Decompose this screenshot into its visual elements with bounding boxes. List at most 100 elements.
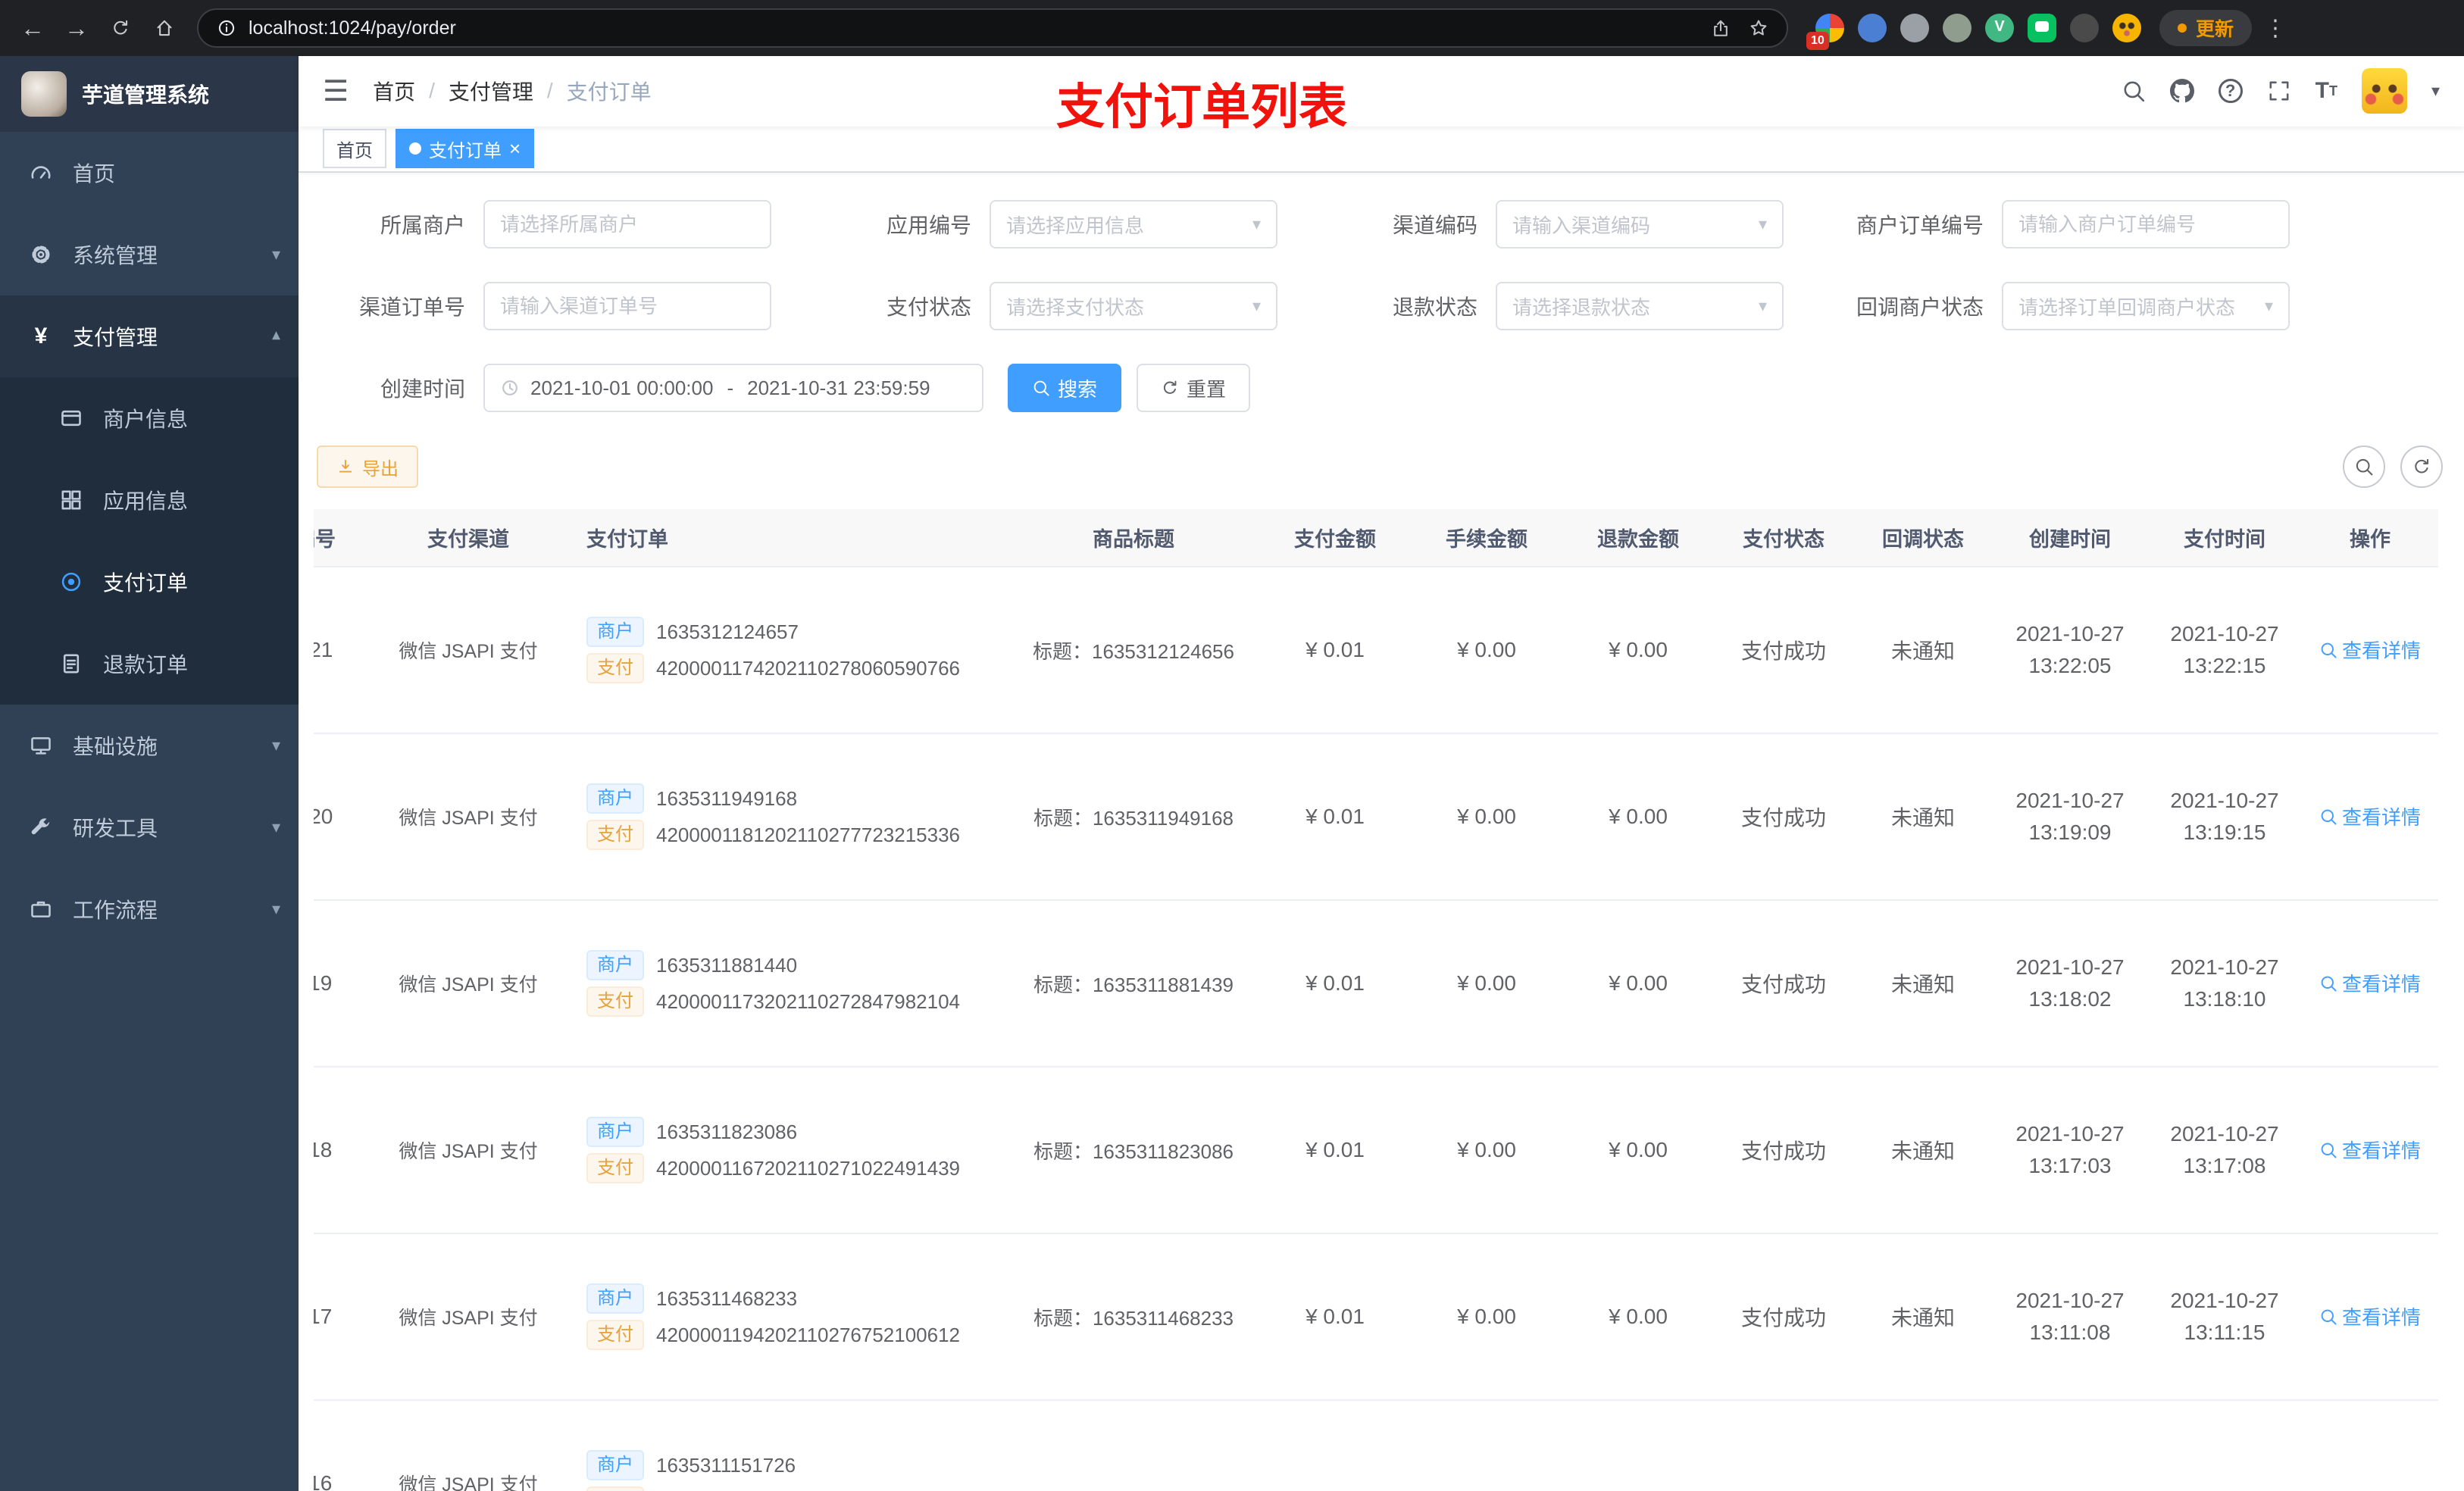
bookmark-star-icon[interactable] [1749, 18, 1768, 38]
sidebar-item-workflow[interactable]: 工作流程 ▾ [0, 868, 299, 950]
cell-refund-amount: ¥ 0.00 [1562, 567, 1714, 735]
merchant-input[interactable] [483, 200, 771, 249]
pay-tag: 支付 [586, 986, 644, 1017]
tab-close-icon[interactable] [509, 139, 521, 158]
cell-create-time: 2021-10-27 13:17:03 [1993, 1067, 2147, 1235]
channel-order-no-input[interactable] [483, 282, 771, 331]
breadcrumb-home[interactable]: 首页 [373, 76, 415, 106]
notify-status-label: 回调商户状态 [1856, 295, 1984, 320]
sidebar-logo[interactable]: 芋道管理系统 [0, 56, 299, 132]
view-detail-link[interactable]: 查看详情 [2319, 802, 2421, 830]
breadcrumb: 首页 / 支付管理 / 支付订单 [373, 76, 652, 106]
view-detail-link[interactable]: 查看详情 [2319, 969, 2421, 997]
reset-button[interactable]: 重置 [1137, 364, 1251, 413]
logo-avatar [21, 71, 67, 117]
tab-home[interactable]: 首页 [323, 129, 386, 169]
extension-icon-gray[interactable] [1900, 14, 1929, 42]
search-icon[interactable] [2122, 79, 2146, 103]
cell-pay-order: 商户 1635311151726 支付 [568, 1400, 1008, 1491]
cell-channel: 微信 JSAPI 支付 [368, 1233, 568, 1402]
cell-channel: 微信 JSAPI 支付 [368, 567, 568, 735]
view-detail-link[interactable]: 查看详情 [2319, 636, 2421, 664]
view-detail-link[interactable]: 查看详情 [2319, 1136, 2421, 1164]
browser-update-button[interactable]: 更新 [2159, 10, 2253, 46]
breadcrumb-section[interactable]: 支付管理 [449, 76, 533, 106]
notify-status-select[interactable]: 请选择订单回调商户状态 ▾ [2002, 282, 2290, 331]
toggle-search-button[interactable] [2343, 445, 2385, 489]
cell-pay-amount [1259, 1400, 1411, 1491]
sidebar-item-infra[interactable]: 基础设施 ▾ [0, 705, 299, 786]
browser-forward-button[interactable]: → [56, 8, 97, 48]
fullscreen-icon[interactable] [2267, 79, 2291, 103]
payment-submenu: 商户信息 应用信息 支付订单 退款订单 [0, 377, 299, 705]
font-size-icon[interactable]: TT [2315, 80, 2337, 102]
chevron-down-icon: ▾ [1252, 296, 1261, 316]
merchant-order-no-input[interactable] [2002, 200, 2290, 249]
refund-status-select[interactable]: 请选择退款状态 ▾ [1496, 282, 1784, 331]
cell-channel: 微信 JSAPI 支付 [368, 1400, 568, 1491]
share-icon[interactable] [1711, 18, 1731, 38]
extension-icon-sage[interactable] [1943, 14, 1972, 42]
extension-icon-vue-devtools[interactable] [1985, 14, 2014, 42]
create-time-range-picker[interactable]: 2021-10-01 00:00:00 - 2021-10-31 23:59:5… [483, 364, 983, 413]
cell-fee-amount: ¥ 0.00 [1411, 900, 1562, 1068]
extension-badge: 10 [1806, 32, 1829, 50]
extension-icon-dark[interactable] [2070, 14, 2099, 42]
sidebar-item-merchant-info[interactable]: 商户信息 [0, 377, 299, 459]
extension-icon-blue[interactable] [1858, 14, 1887, 42]
cell-id: 120 [314, 733, 368, 902]
cell-title: 标题：1635311949168 [1008, 733, 1259, 902]
sidebar-item-dev-tools[interactable]: 研发工具 ▾ [0, 786, 299, 868]
chevron-down-icon: ▾ [1758, 214, 1767, 234]
browser-back-button[interactable]: ← [12, 8, 53, 48]
cell-title: 标题：1635311823086 [1008, 1067, 1259, 1235]
sidebar-item-app-info[interactable]: 应用信息 [0, 459, 299, 541]
github-icon[interactable] [2170, 79, 2194, 103]
cell-pay-status: 支付成功 [1714, 567, 1853, 735]
refresh-table-button[interactable] [2400, 445, 2443, 489]
extension-icon-colorful[interactable]: 10 [1806, 14, 1844, 50]
col-pay-time: 支付时间 [2147, 509, 2302, 568]
extension-icon-emoji-face[interactable] [2112, 14, 2141, 42]
pay-status-select[interactable]: 请选择支付状态 ▾ [990, 282, 1277, 331]
address-bar[interactable]: localhost:1024/pay/order [197, 8, 1788, 48]
app-shell: 芋道管理系统 首页 系统管理 ▾ ¥ 支付管理 ▾ 商户信息 应用信息 支付订单… [0, 56, 2464, 1491]
channel-code-select[interactable]: 请输入渠道编码 ▾ [1496, 200, 1784, 249]
col-pay-amount: 支付金额 [1259, 509, 1411, 568]
cell-pay-time: 2021-10-27 13:19:15 [2147, 733, 2302, 902]
sidebar-item-refund-order[interactable]: 退款订单 [0, 623, 299, 705]
top-navbar: ☰ 首页 / 支付管理 / 支付订单 TT ▾ [299, 56, 2464, 127]
site-info-icon[interactable] [217, 18, 236, 38]
cell-fee-amount: ¥ 0.00 [1411, 1067, 1562, 1235]
browser-home-button[interactable] [144, 8, 185, 48]
extension-icon-green-chat[interactable] [2028, 14, 2056, 42]
cell-id: 117 [314, 1233, 368, 1402]
cell-pay-amount: ¥ 0.01 [1259, 733, 1411, 902]
browser-reload-button[interactable] [100, 8, 141, 48]
tab-pay-order[interactable]: 支付订单 [396, 129, 535, 169]
avatar-caret-icon[interactable]: ▾ [2431, 81, 2440, 101]
channel-order-no-label: 渠道订单号 [358, 295, 465, 320]
sidebar-item-home[interactable]: 首页 [0, 132, 299, 214]
sidebar-toggle-icon[interactable]: ☰ [323, 74, 349, 108]
cell-fee-amount: ¥ 0.00 [1411, 567, 1562, 735]
view-detail-link[interactable]: 查看详情 [2319, 1302, 2421, 1330]
sidebar-item-payment[interactable]: ¥ 支付管理 ▾ [0, 295, 299, 377]
cell-pay-time: 2021-10-27 13:18:10 [2147, 900, 2302, 1068]
app-select[interactable]: 请选择应用信息 ▾ [990, 200, 1277, 249]
cell-title: 标题：1635311881439 [1008, 900, 1259, 1068]
help-icon[interactable] [2218, 79, 2243, 104]
sidebar-item-pay-order[interactable]: 支付订单 [0, 541, 299, 623]
sidebar-item-system[interactable]: 系统管理 ▾ [0, 214, 299, 295]
chevron-up-icon: ▾ [271, 327, 280, 346]
search-button[interactable]: 搜索 [1008, 364, 1122, 413]
cell-pay-time [2147, 1400, 2302, 1491]
col-refund-amount: 退款金额 [1562, 509, 1714, 568]
browser-menu-icon[interactable]: ⋮ [2255, 15, 2296, 42]
export-button[interactable]: 导出 [317, 445, 418, 489]
user-avatar[interactable] [2361, 68, 2407, 114]
cell-pay-status [1714, 1400, 1853, 1491]
cell-notify-status: 未通知 [1853, 733, 1993, 902]
sidebar: 芋道管理系统 首页 系统管理 ▾ ¥ 支付管理 ▾ 商户信息 应用信息 支付订单… [0, 56, 299, 1491]
cell-actions: 查看详情 [2302, 733, 2438, 902]
